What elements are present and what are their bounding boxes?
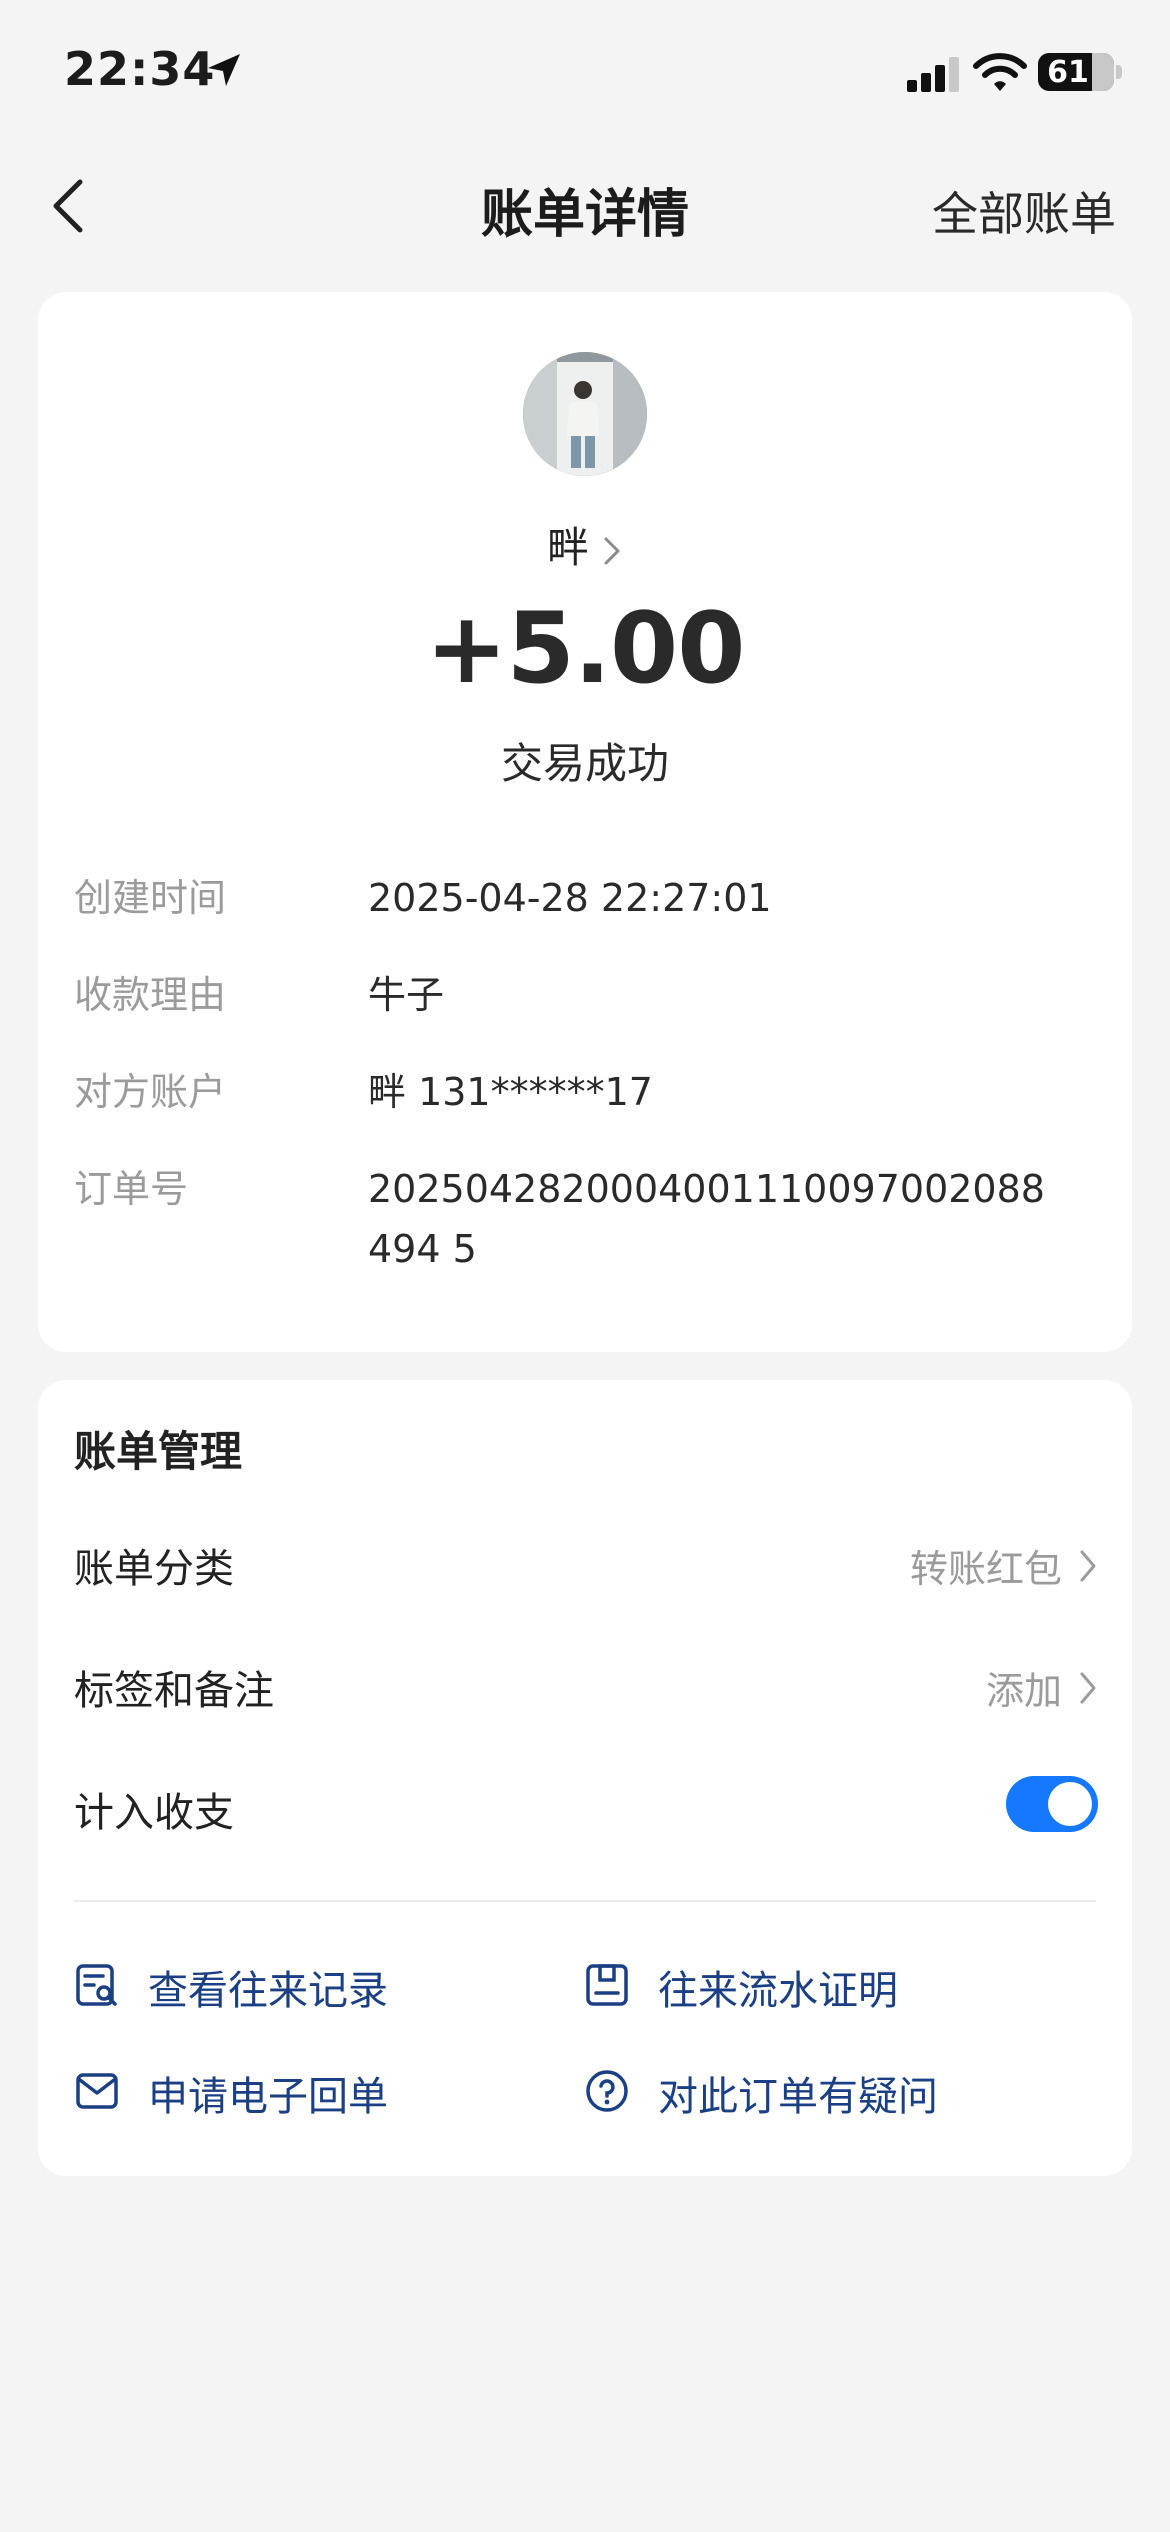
chevron-right-icon — [1080, 1550, 1096, 1582]
battery-icon: 61 — [1038, 53, 1114, 91]
bill-management-card: 账单管理 账单分类 转账红包 标签和备注 添加 计入收支 查看往来记录 往来流水… — [38, 1380, 1132, 2176]
wifi-icon — [973, 53, 1027, 91]
order-number-value[interactable]: 2025042820004001110097002088494 5 — [368, 1159, 1068, 1279]
tags-notes-label: 标签和备注 — [74, 1668, 274, 1714]
status-time: 22:34 — [64, 42, 216, 96]
detail-value: 2025-04-28 22:27:01 — [368, 876, 772, 920]
chevron-right-icon — [604, 537, 620, 564]
transaction-proof-button[interactable]: 往来流水证明 — [584, 1954, 1004, 2018]
cellular-signal-icon — [907, 57, 959, 92]
payer-name-row[interactable]: 畔 — [38, 514, 1132, 575]
bill-category-row[interactable]: 账单分类 转账红包 — [74, 1532, 1098, 1602]
order-question-button[interactable]: 对此订单有疑问 — [584, 2060, 1024, 2124]
view-records-button[interactable]: 查看往来记录 — [74, 1954, 494, 2018]
action-label: 往来流水证明 — [658, 1968, 898, 2014]
bill-category-label: 账单分类 — [74, 1546, 234, 1592]
location-arrow-icon — [208, 54, 240, 86]
battery-tip — [1116, 65, 1122, 79]
avatar-photo — [523, 352, 647, 476]
bill-category-value: 转账红包 — [909, 1547, 1062, 1591]
envelope-icon — [76, 2073, 118, 2109]
tags-notes-row[interactable]: 标签和备注 添加 — [74, 1654, 1098, 1724]
transaction-card: 畔 +5.00 交易成功 创建时间 2025-04-28 22:27:01 收款… — [38, 292, 1132, 1352]
detail-value: 畔 131******17 — [368, 1070, 653, 1114]
tags-notes-value: 添加 — [985, 1669, 1062, 1713]
include-in-stats-toggle[interactable] — [1006, 1776, 1098, 1832]
chevron-right-icon — [1080, 1672, 1096, 1704]
include-in-stats-label: 计入收支 — [74, 1790, 234, 1836]
avatar[interactable] — [523, 352, 647, 476]
action-label: 申请电子回单 — [148, 2074, 388, 2120]
transaction-status: 交易成功 — [500, 739, 669, 788]
section-title: 账单管理 — [74, 1427, 243, 1476]
include-in-stats-row: 计入收支 — [74, 1776, 1098, 1846]
detail-label: 收款理由 — [74, 973, 227, 1017]
detail-label: 创建时间 — [74, 876, 227, 920]
transaction-amount: +5.00 — [425, 592, 746, 706]
question-circle-icon — [586, 2070, 628, 2112]
detail-label: 订单号 — [74, 1167, 189, 1211]
detail-value: 牛子 — [368, 973, 445, 1017]
record-search-icon — [76, 1964, 117, 2006]
divider — [74, 1900, 1096, 1902]
document-proof-icon — [586, 1964, 628, 2006]
status-bar: 22:34 61 — [0, 0, 1170, 140]
detail-label: 对方账户 — [74, 1070, 227, 1114]
toggle-knob — [1048, 1782, 1092, 1826]
action-label: 对此订单有疑问 — [658, 2074, 938, 2120]
e-receipt-button[interactable]: 申请电子回单 — [74, 2060, 494, 2124]
battery-level: 61 — [1047, 55, 1089, 90]
payer-name: 畔 — [546, 523, 589, 572]
all-bills-link[interactable]: 全部账单 — [932, 178, 1116, 244]
action-label: 查看往来记录 — [148, 1968, 388, 2014]
